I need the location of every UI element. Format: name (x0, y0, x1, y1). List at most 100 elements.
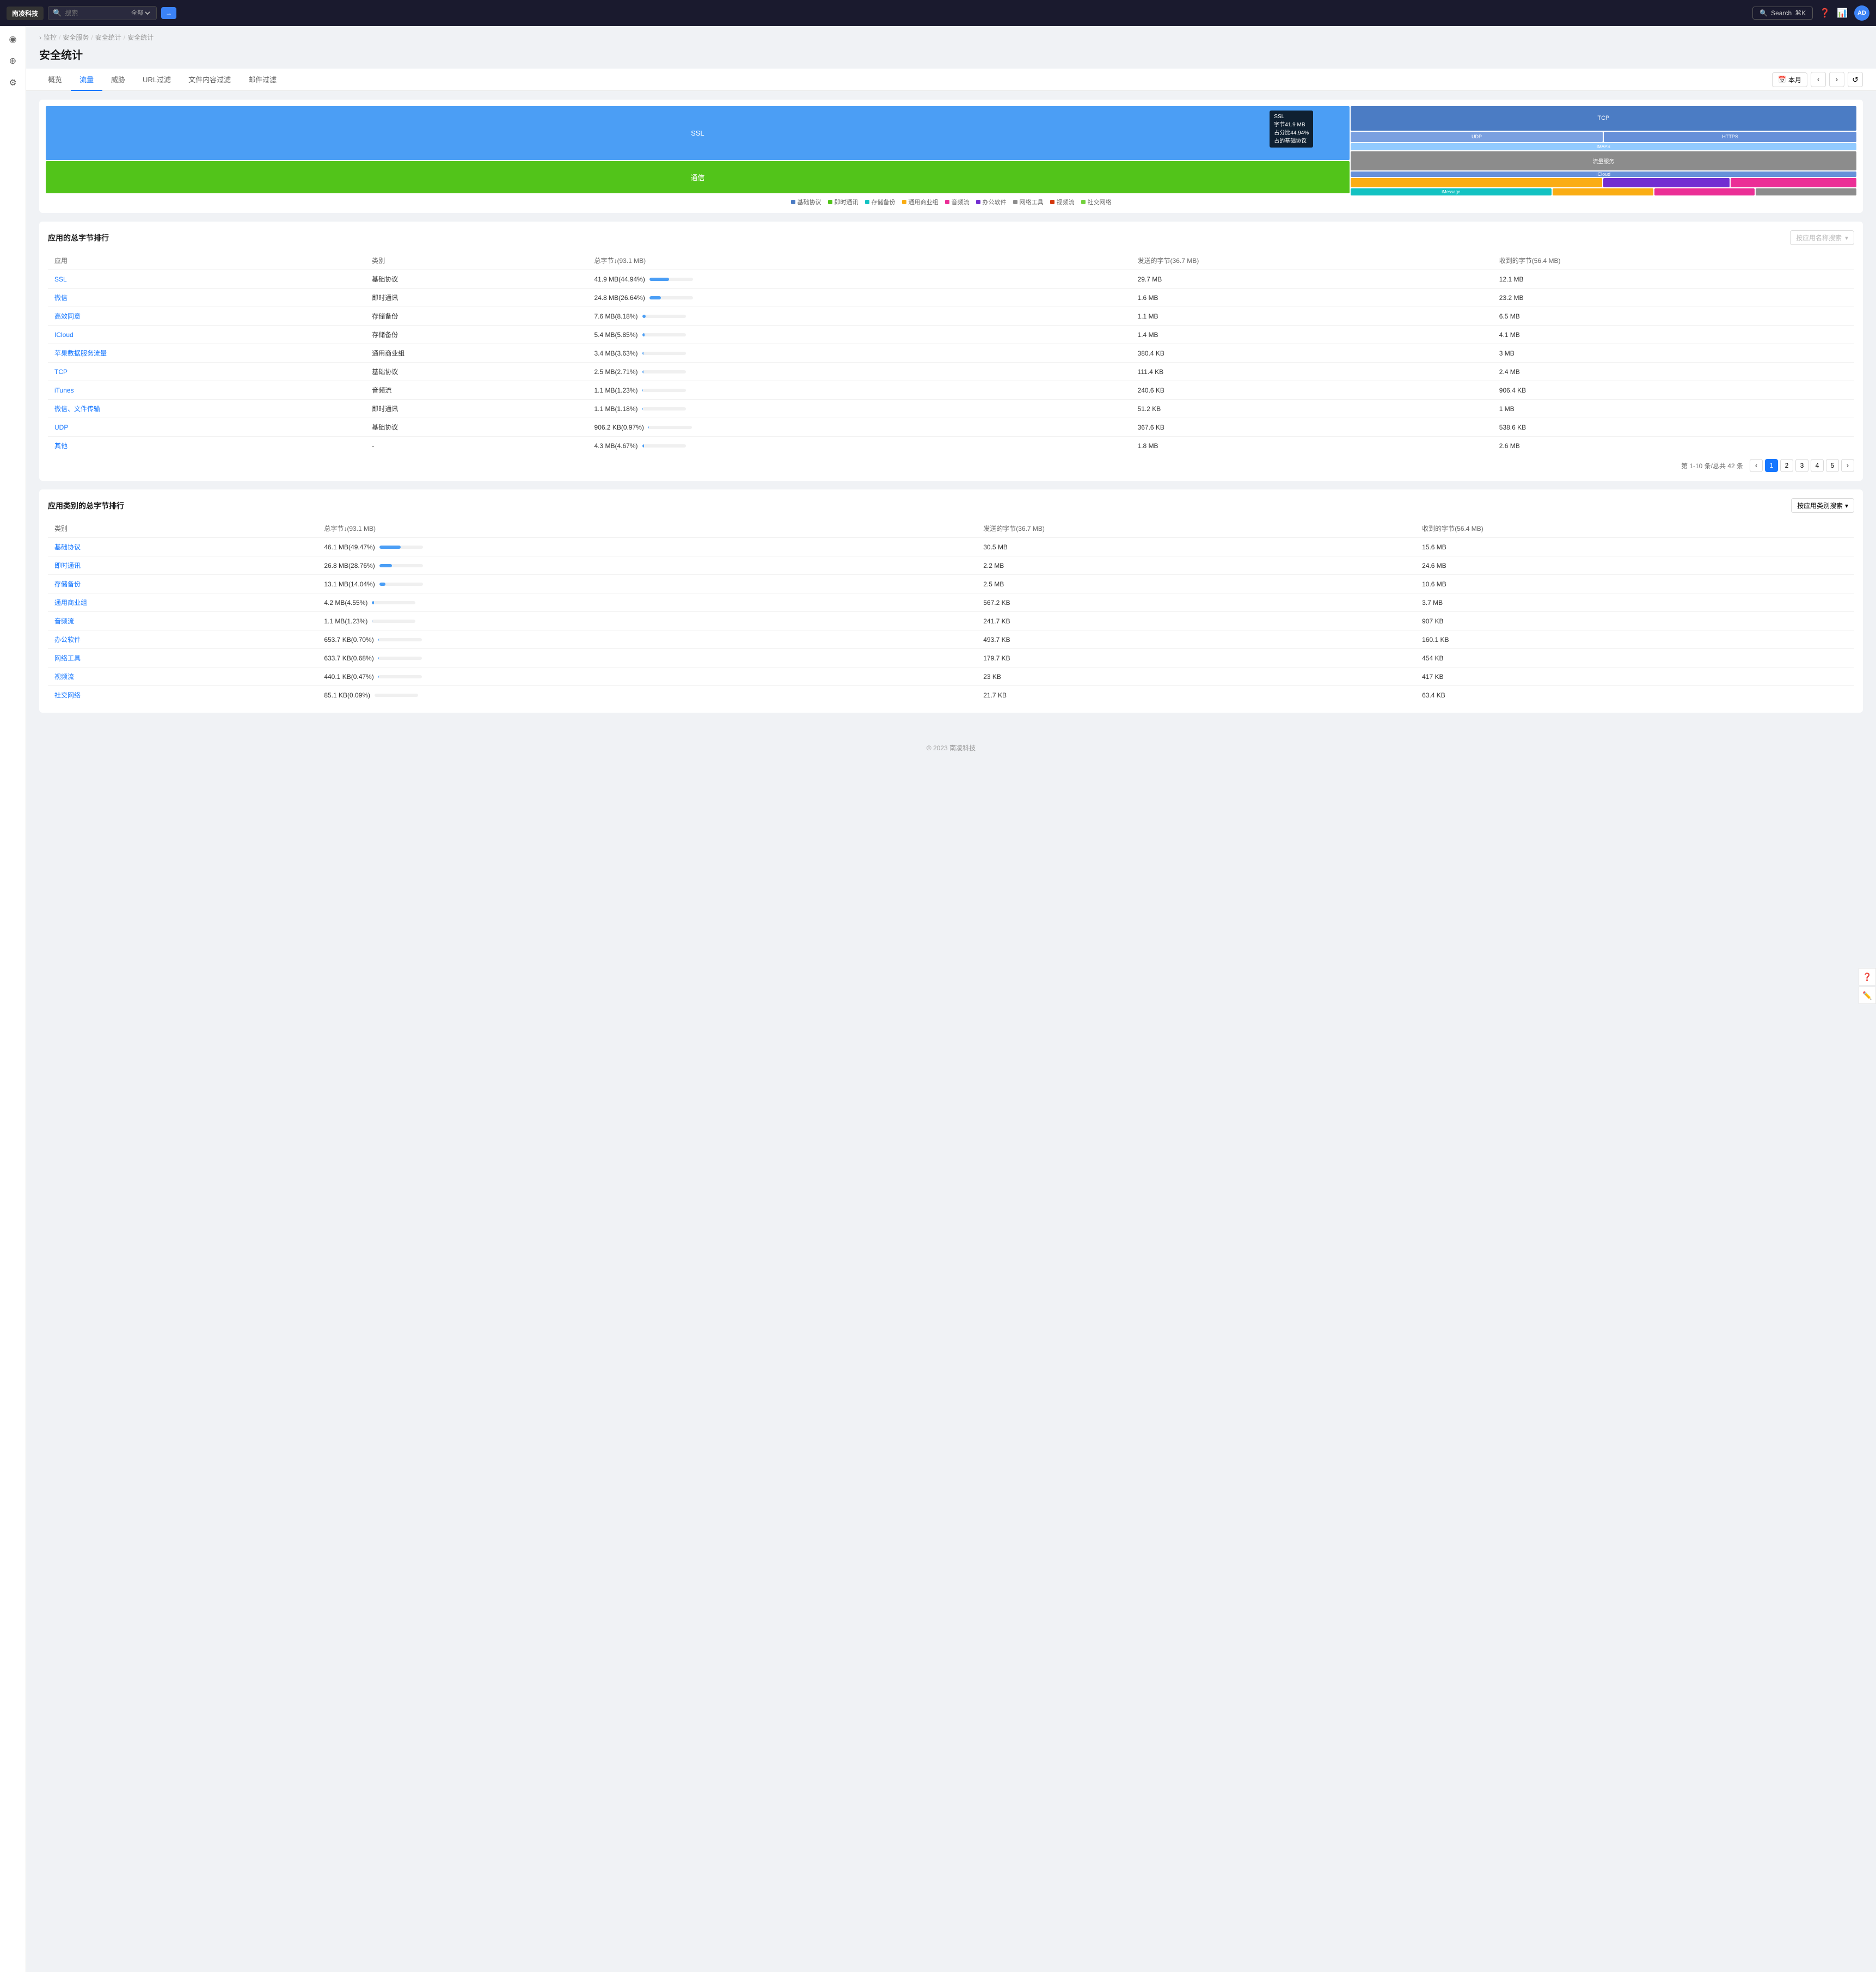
treemap-cell-comm[interactable]: 通信 (46, 161, 1350, 193)
app-total-cell: 1.1 MB(1.23%) (587, 381, 1131, 400)
help-button[interactable]: ❓ (1859, 968, 1876, 985)
app-category-cell: 通用商业组 (365, 344, 587, 363)
table-row: TCP 基础协议 2.5 MB(2.71%) 111.4 KB 2.4 MB (48, 363, 1854, 381)
treemap-cell-purple[interactable] (1603, 178, 1729, 187)
cat-recv-cell: 160.1 KB (1415, 630, 1854, 649)
page-5-button[interactable]: 5 (1826, 459, 1839, 472)
breadcrumb-security-stats[interactable]: 安全统计 (95, 33, 121, 42)
tab-overview[interactable]: 概览 (39, 69, 71, 91)
tab-url-filter[interactable]: URL过滤 (134, 69, 180, 91)
progress-fill (648, 426, 649, 429)
next-period-button[interactable]: › (1829, 72, 1844, 87)
sidebar-item-monitor[interactable]: ◉ (4, 30, 22, 48)
app-bytes-title: 应用的总字节排行 (48, 232, 109, 243)
treemap-cell-imaps[interactable]: IMAPS (1351, 143, 1856, 150)
tab-threat[interactable]: 威胁 (102, 69, 134, 91)
treemap-cell-ssl[interactable]: SSL (46, 106, 1350, 160)
prev-page-button[interactable]: ‹ (1750, 459, 1763, 472)
nav-search-button[interactable]: → (161, 7, 176, 19)
app-sent-cell: 1.1 MB (1131, 307, 1493, 326)
app-recv-cell: 4.1 MB (1493, 326, 1854, 344)
app-sent-cell: 1.4 MB (1131, 326, 1493, 344)
sidebar-item-settings[interactable]: ⚙ (4, 74, 22, 91)
cat-name-cell: 存储备份 (48, 575, 317, 593)
page-2-button[interactable]: 2 (1780, 459, 1793, 472)
cat-sent-cell: 2.5 MB (977, 575, 1415, 593)
app-recv-cell: 23.2 MB (1493, 289, 1854, 307)
tab-file-filter[interactable]: 文件内容过滤 (180, 69, 240, 91)
cat-recv-cell: 907 KB (1415, 612, 1854, 630)
main-layout: ◉ ⊕ ⚙ › 监控 / 安全服务 / 安全统计 / 安全统计 安全统计 概览 … (0, 26, 1876, 1972)
app-total-cell: 7.6 MB(8.18%) (587, 307, 1131, 326)
progress-fill (642, 370, 643, 373)
tooltip-title: SSL (1274, 114, 1309, 120)
treemap-cell-gray1[interactable]: 流量服务 (1351, 151, 1856, 170)
prev-period-button[interactable]: ‹ (1811, 72, 1826, 87)
cat-name-cell: 音频流 (48, 612, 317, 630)
col-cat-recv: 收到的字节(56.4 MB) (1415, 519, 1854, 538)
treemap-cell-small1[interactable] (1553, 188, 1653, 196)
cat-recv-cell: 10.6 MB (1415, 575, 1854, 593)
app-search-placeholder: 按应用名称搜索 (1796, 233, 1842, 242)
cat-recv-cell: 454 KB (1415, 649, 1854, 667)
treemap-cell-pink[interactable] (1731, 178, 1856, 187)
app-sent-cell: 51.2 KB (1131, 400, 1493, 418)
progress-fill (642, 315, 646, 318)
progress-bg (379, 546, 423, 549)
progress-fill (642, 352, 644, 355)
app-search-input[interactable]: 按应用名称搜索 ▾ (1790, 230, 1854, 245)
tab-mail-filter[interactable]: 邮件过滤 (240, 69, 285, 91)
app-total-cell: 24.8 MB(26.64%) (587, 289, 1131, 307)
app-bytes-header-row: 应用 类别 总字节↓(93.1 MB) 发送的字节(36.7 MB) 收到的字节… (48, 252, 1854, 270)
page-1-button[interactable]: 1 (1765, 459, 1778, 472)
cat-recv-cell: 417 KB (1415, 667, 1854, 686)
treemap-cell-https[interactable]: HTTPS (1604, 132, 1856, 142)
month-button[interactable]: 📅 本月 (1772, 72, 1807, 87)
treemap-cell-tcp[interactable]: TCP (1351, 106, 1856, 131)
chart-icon[interactable]: 📊 (1837, 8, 1848, 19)
collapse-arrow[interactable]: › (39, 34, 41, 41)
breadcrumb-monitor[interactable]: 监控 (44, 33, 57, 42)
app-category-cell: 即时通讯 (365, 289, 587, 307)
app-name-cell: ICloud (48, 326, 365, 344)
app-bytes-table: 应用 类别 总字节↓(93.1 MB) 发送的字节(36.7 MB) 收到的字节… (48, 252, 1854, 455)
treemap-cell-small2[interactable] (1654, 188, 1755, 196)
app-name-cell: UDP (48, 418, 365, 437)
category-dropdown-label: 按应用类别搜索 (1797, 501, 1843, 510)
cat-recv-cell: 24.6 MB (1415, 556, 1854, 575)
cat-sent-cell: 21.7 KB (977, 686, 1415, 705)
question-icon[interactable]: ❓ (1819, 8, 1830, 19)
global-search-button[interactable]: 🔍 Search ⌘K (1752, 7, 1813, 20)
legend-label-video: 视频流 (1057, 198, 1075, 206)
tooltip-pct: 占分比44.94% (1274, 128, 1309, 136)
treemap-cell-icloud[interactable]: iCloud (1351, 172, 1856, 177)
table-row: 即时通讯 26.8 MB(28.76%) 2.2 MB 24.6 MB (48, 556, 1854, 575)
treemap-comm-label: 通信 (690, 172, 704, 182)
category-dropdown-button[interactable]: 按应用类别搜索 ▾ (1791, 498, 1854, 513)
cat-total-cell: 13.1 MB(14.04%) (317, 575, 977, 593)
nav-search-bar[interactable]: 🔍 全部 (48, 6, 157, 20)
next-page-button[interactable]: › (1841, 459, 1854, 472)
treemap-cell-imessage[interactable]: iMessage (1351, 188, 1552, 196)
refresh-button[interactable]: ↺ (1848, 72, 1863, 87)
table-row: 社交网络 85.1 KB(0.09%) 21.7 KB 63.4 KB (48, 686, 1854, 705)
cat-sent-cell: 179.7 KB (977, 649, 1415, 667)
treemap-cell-udp[interactable]: UDP (1351, 132, 1603, 142)
treemap-cell-orange[interactable] (1351, 178, 1603, 187)
tab-traffic[interactable]: 流量 (71, 69, 102, 91)
app-sent-cell: 1.6 MB (1131, 289, 1493, 307)
treemap-right: TCP UDP HTTPS IMAPS 流量服务 (1351, 106, 1856, 193)
page-4-button[interactable]: 4 (1811, 459, 1824, 472)
user-avatar[interactable]: AD (1854, 5, 1869, 21)
breadcrumb-security-service[interactable]: 安全服务 (63, 33, 89, 42)
nav-search-input[interactable] (65, 9, 126, 17)
progress-fill (379, 546, 401, 549)
treemap-cell-small3[interactable] (1756, 188, 1856, 196)
sidebar-item-location[interactable]: ⊕ (4, 52, 22, 70)
nav-search-select[interactable]: 全部 (129, 9, 152, 17)
cat-sent-cell: 2.2 MB (977, 556, 1415, 575)
cat-sent-cell: 23 KB (977, 667, 1415, 686)
page-3-button[interactable]: 3 (1795, 459, 1808, 472)
cat-sent-cell: 30.5 MB (977, 538, 1415, 556)
edit-button[interactable]: ✏️ (1859, 987, 1876, 1004)
